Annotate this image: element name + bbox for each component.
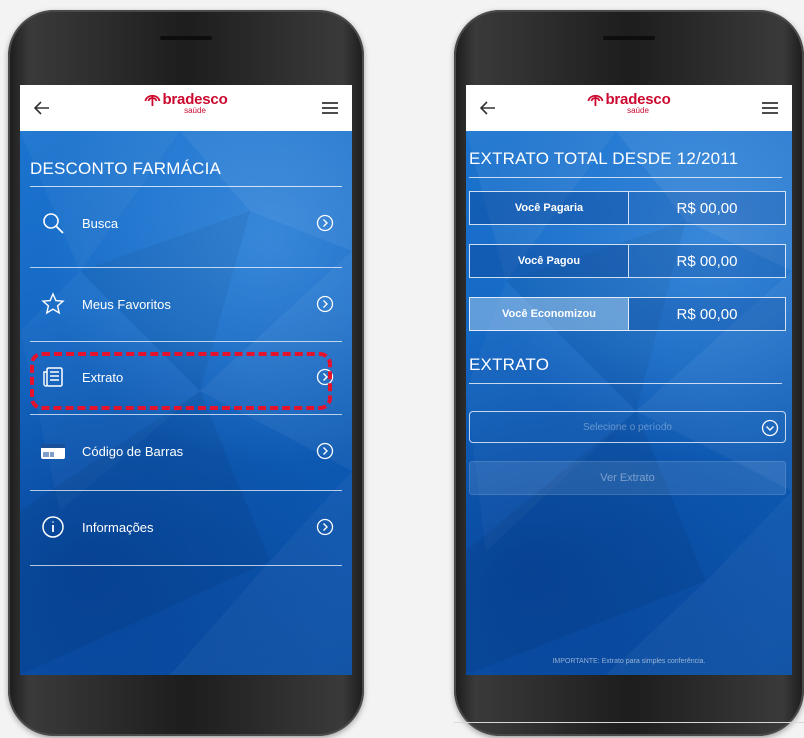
chevron-right-circle-icon bbox=[316, 295, 334, 313]
summary-row-voce-economizou: Você Economizou R$ 00,00 bbox=[469, 297, 786, 331]
summary-label: Você Pagou bbox=[469, 244, 629, 278]
summary-row-voce-pagaria: Você Pagaria R$ 00,00 bbox=[469, 191, 786, 225]
chevron-right-circle-icon bbox=[316, 368, 334, 386]
chevron-right-circle-icon bbox=[316, 214, 334, 232]
info-icon bbox=[38, 512, 68, 542]
phone-frame-left: bradesco saúde DESCONTO FARMÁCIA Busca M… bbox=[8, 10, 364, 736]
app-bar: bradesco saúde bbox=[466, 85, 792, 131]
page-title: DESCONTO FARMÁCIA bbox=[30, 159, 222, 178]
menu-item-codigo-de-barras[interactable]: Código de Barras bbox=[30, 415, 342, 487]
screen-left: bradesco saúde DESCONTO FARMÁCIA Busca M… bbox=[20, 85, 352, 675]
chevron-down-circle-icon bbox=[761, 419, 779, 437]
menu-item-informacoes[interactable]: Informações bbox=[30, 491, 342, 563]
section-title: EXTRATO bbox=[469, 355, 550, 374]
phone-speaker bbox=[603, 36, 655, 40]
footnote-text: IMPORTANTE: Extrato para simples conferê… bbox=[552, 658, 706, 665]
screen-right: bradesco saúde EXTRATO TOTAL DESDE 12/20… bbox=[466, 85, 792, 675]
summary-value: R$ 00,00 bbox=[629, 297, 786, 331]
summary-value: R$ 00,00 bbox=[629, 191, 786, 225]
app-bar: bradesco saúde bbox=[20, 85, 352, 131]
period-select-placeholder: Selecione o período bbox=[583, 421, 672, 433]
phone-speaker bbox=[160, 36, 212, 40]
summary-label: Você Economizou bbox=[469, 297, 629, 331]
back-arrow-icon[interactable] bbox=[30, 96, 54, 120]
section-underline bbox=[469, 383, 782, 384]
title-underline bbox=[469, 177, 782, 178]
summary-label: Você Pagaria bbox=[469, 191, 629, 225]
bradesco-tree-icon bbox=[144, 94, 161, 106]
page-title: EXTRATO TOTAL DESDE 12/2011 bbox=[469, 149, 739, 168]
main-content: DESCONTO FARMÁCIA Busca Meus Favoritos E… bbox=[20, 131, 352, 675]
bradesco-tree-icon bbox=[587, 94, 604, 106]
star-icon bbox=[38, 289, 68, 319]
ver-extrato-button[interactable]: Ver Extrato bbox=[469, 461, 786, 495]
menu-item-label: Meus Favoritos bbox=[82, 296, 171, 312]
menu-item-extrato[interactable]: Extrato bbox=[30, 341, 342, 413]
chevron-right-circle-icon bbox=[316, 442, 334, 460]
main-content: EXTRATO TOTAL DESDE 12/2011 Você Pagaria… bbox=[466, 131, 792, 675]
period-select[interactable]: Selecione o período bbox=[469, 411, 786, 443]
menu-item-label: Extrato bbox=[82, 369, 124, 385]
summary-row-voce-pagou: Você Pagou R$ 00,00 bbox=[469, 244, 786, 278]
menu-item-label: Informações bbox=[82, 519, 154, 535]
search-icon bbox=[38, 208, 68, 238]
hamburger-menu-icon[interactable] bbox=[318, 96, 342, 120]
bradesco-logo: bradesco saúde bbox=[144, 91, 228, 115]
baseline-divider bbox=[454, 722, 804, 723]
chevron-right-circle-icon bbox=[316, 518, 334, 536]
menu-item-label: Código de Barras bbox=[82, 443, 184, 459]
back-arrow-icon[interactable] bbox=[476, 96, 500, 120]
menu-item-busca[interactable]: Busca bbox=[30, 187, 342, 259]
menu-item-meus-favoritos[interactable]: Meus Favoritos bbox=[30, 268, 342, 340]
barcode-card-icon bbox=[38, 436, 68, 466]
bradesco-logo: bradesco saúde bbox=[587, 91, 671, 115]
menu-item-label: Busca bbox=[82, 215, 119, 231]
menu-divider bbox=[30, 565, 342, 566]
hamburger-menu-icon[interactable] bbox=[758, 96, 782, 120]
phone-frame-right: bradesco saúde EXTRATO TOTAL DESDE 12/20… bbox=[454, 10, 804, 736]
statement-icon bbox=[38, 362, 68, 392]
summary-value: R$ 00,00 bbox=[629, 244, 786, 278]
